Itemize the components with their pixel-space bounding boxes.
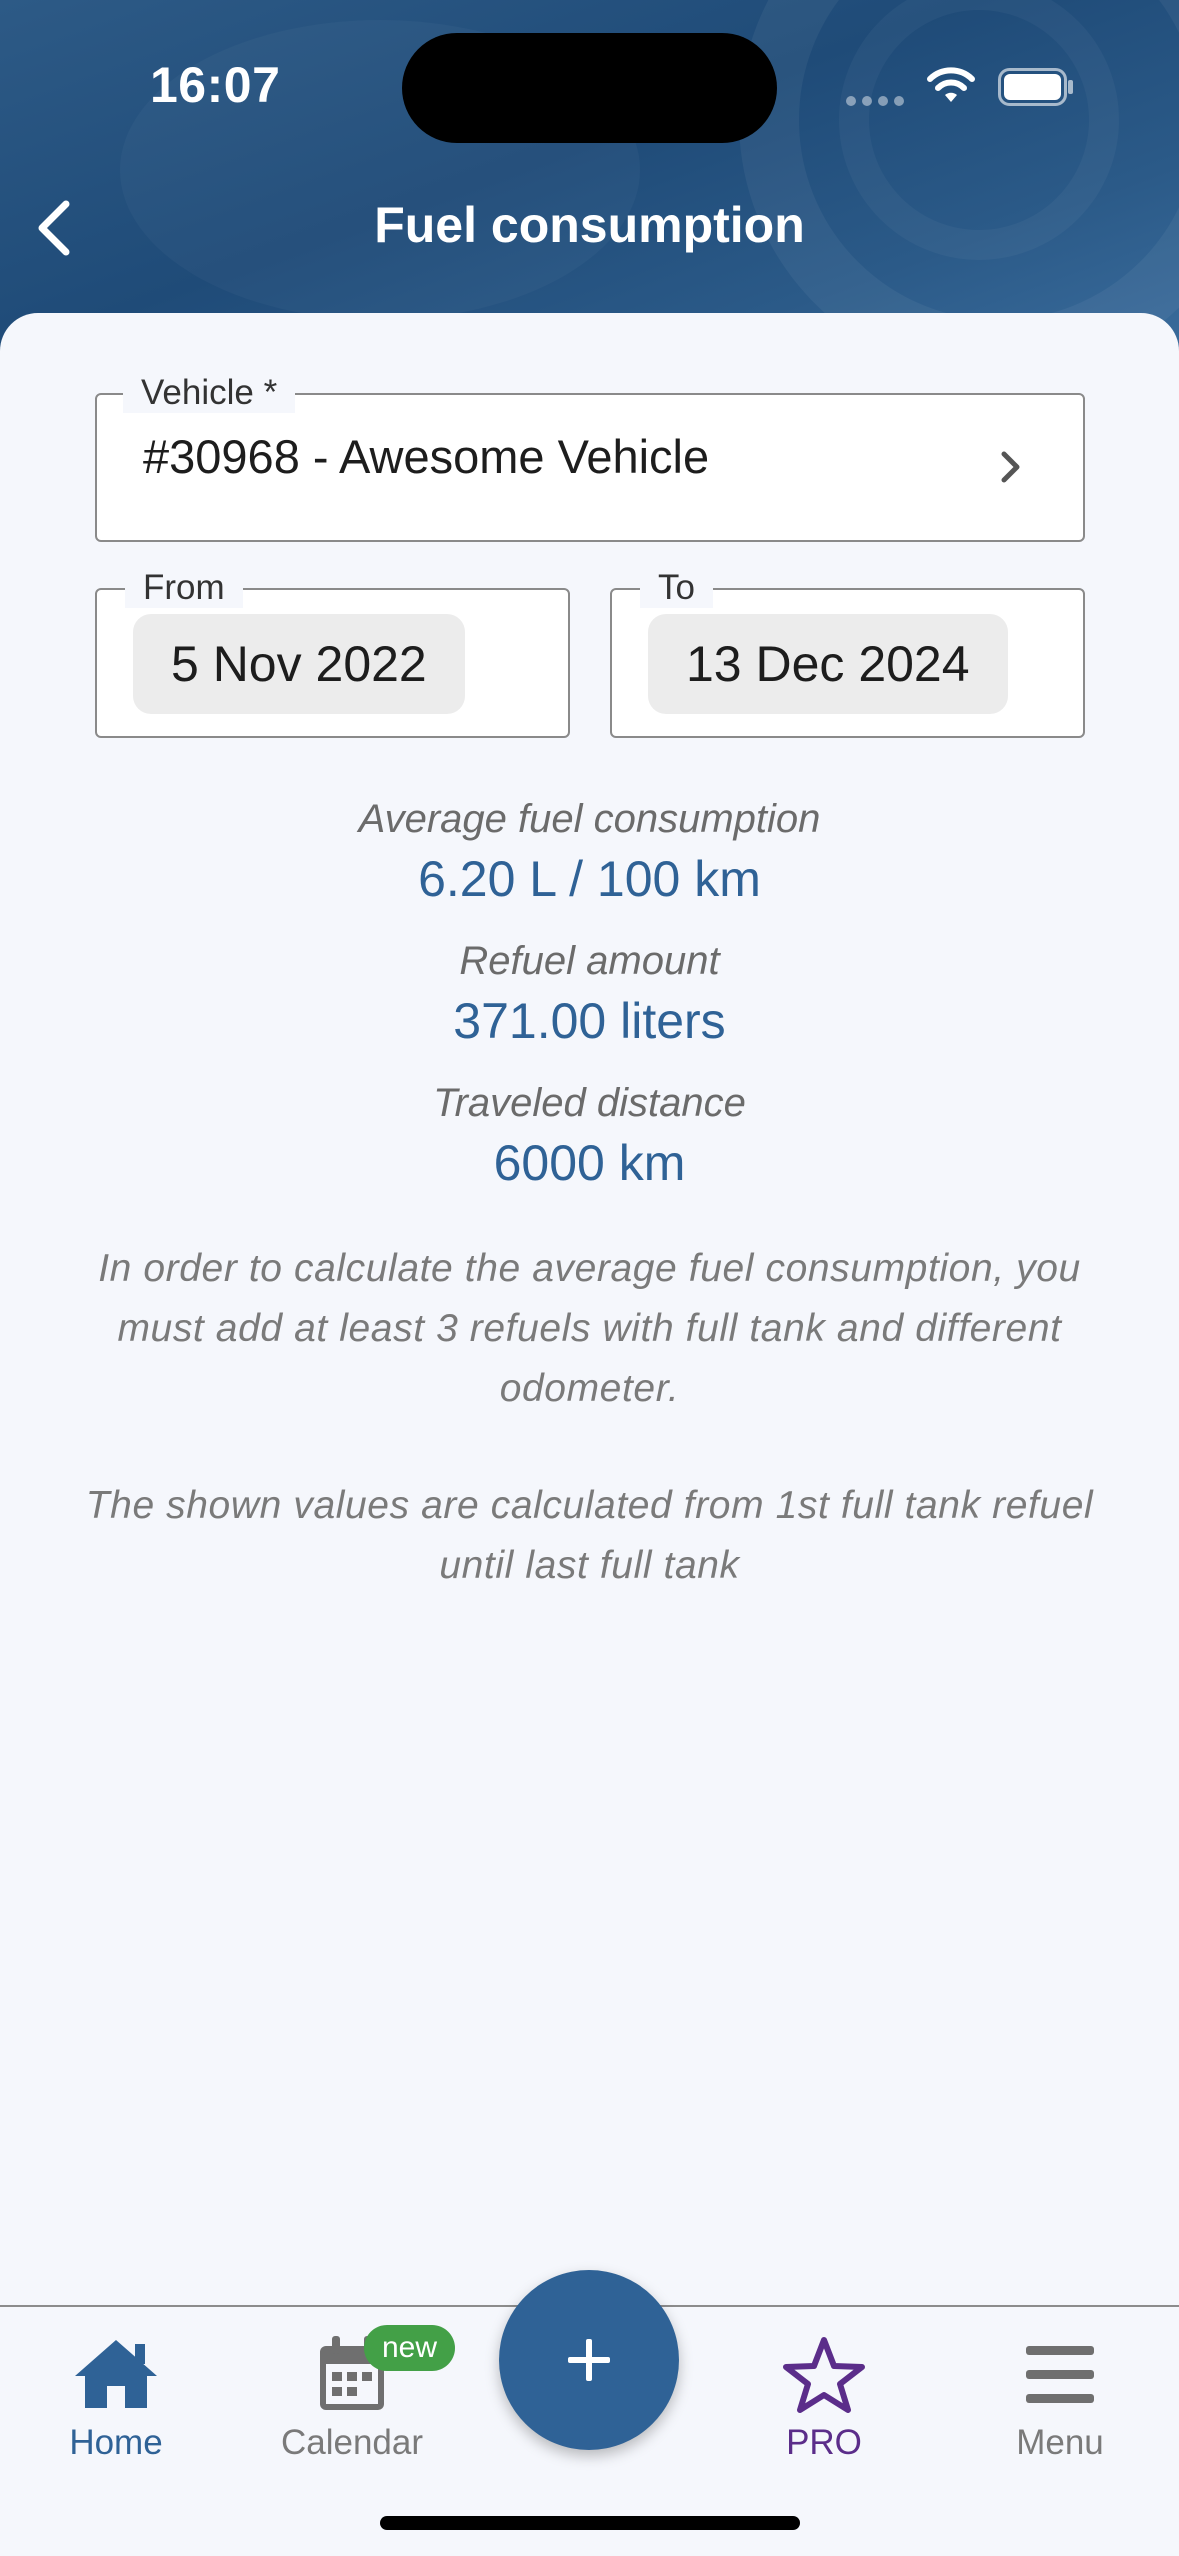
stat-label: Average fuel consumption [358, 797, 821, 841]
nav-calendar[interactable]: new Calendar [252, 2325, 456, 2463]
home-indicator [380, 2516, 800, 2530]
average-consumption-stat: Average fuel consumption 6.20 L / 100 km [0, 797, 1179, 908]
nav-pro-label: PRO [786, 2423, 862, 2462]
plus-icon [568, 2339, 610, 2381]
header: 16:07 Fuel consumption [0, 0, 1179, 360]
battery-icon [998, 68, 1073, 106]
stat-value: 371.00 liters [453, 993, 726, 1049]
cellular-signal-icon [846, 96, 904, 106]
home-icon [75, 2340, 157, 2408]
vehicle-value: #30968 - Awesome Vehicle [143, 430, 710, 483]
add-button[interactable] [499, 2270, 679, 2450]
from-date-field: From 5 Nov 2022 [95, 568, 570, 738]
page-title: Fuel consumption [374, 197, 805, 253]
nav-pro[interactable]: PRO [724, 2329, 924, 2463]
refuel-amount-stat: Refuel amount 371.00 liters [0, 939, 1179, 1050]
status-time: 16:07 [150, 57, 281, 113]
chevron-right-icon [1001, 451, 1020, 483]
menu-icon [1026, 2346, 1094, 2403]
stat-value: 6.20 L / 100 km [418, 851, 761, 907]
stat-label: Refuel amount [459, 939, 720, 983]
from-label: From [125, 568, 243, 608]
nav-calendar-label: Calendar [280, 2423, 424, 2462]
new-badge: new [364, 2325, 456, 2371]
to-date-field: To 13 Dec 2024 [610, 568, 1085, 738]
to-date-button[interactable]: 13 Dec 2024 [648, 614, 1008, 714]
nav-home-label: Home [69, 2423, 163, 2462]
star-icon [783, 2337, 865, 2413]
nav-menu-label: Menu [1016, 2423, 1104, 2462]
dynamic-island [402, 33, 777, 143]
vehicle-label: Vehicle * [123, 373, 296, 413]
from-date-button[interactable]: 5 Nov 2022 [133, 614, 465, 714]
calculation-range-note: The shown values are calculated from 1st… [85, 1484, 1094, 1587]
stat-value: 6000 km [493, 1135, 686, 1191]
nav-menu[interactable]: Menu [960, 2329, 1160, 2463]
calculation-note: In order to calculate the average fuel c… [98, 1247, 1081, 1410]
wifi-icon [927, 67, 975, 102]
vehicle-selector[interactable]: Vehicle * #30968 - Awesome Vehicle [95, 373, 1085, 542]
traveled-distance-stat: Traveled distance 6000 km [0, 1081, 1179, 1192]
fuel-consumption-screen: 16:07 Fuel consumption Vehicle * #30968 … [0, 0, 1179, 2556]
to-label: To [640, 568, 713, 608]
nav-home[interactable]: Home [16, 2329, 216, 2463]
stat-label: Traveled distance [433, 1081, 746, 1125]
